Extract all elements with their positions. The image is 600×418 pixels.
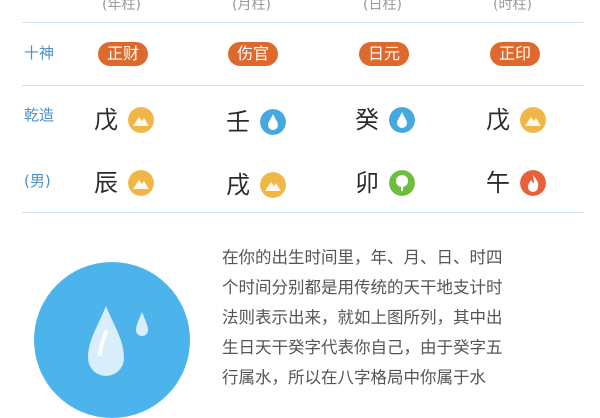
branch-cell-year: 辰 — [94, 168, 154, 198]
shishen-badge-month: 伤官 — [228, 42, 279, 66]
wood-icon — [389, 170, 415, 196]
earth-icon — [128, 107, 154, 133]
branch-cell-hour: 午 — [486, 168, 546, 198]
description-line: 生日天干癸字代表你自己，由于癸字五 — [222, 338, 503, 357]
shishen-badge-day: 日元 — [359, 42, 410, 66]
column-header-month: (月柱) — [232, 0, 271, 13]
column-header-year: (年柱) — [102, 0, 141, 13]
stem-char: 戊 — [94, 106, 118, 134]
shishen-badge-hour: 正印 — [490, 42, 541, 66]
earth-icon — [128, 170, 154, 196]
earth-icon — [260, 172, 286, 198]
divider-middle — [22, 85, 584, 86]
description-line: 行属水，所以在八字格局中你属于水 — [222, 368, 486, 387]
description-line: 在你的出生时间里，年、月、日、时四 — [222, 248, 503, 267]
stem-cell-month: 壬 — [226, 107, 286, 137]
column-header-day: (日柱) — [363, 0, 402, 13]
water-icon — [260, 109, 286, 135]
divider-top — [22, 22, 584, 23]
gender-label: 乾造 — [24, 106, 55, 124]
column-headers: (年柱) (月柱) (日柱) (时柱) — [0, 0, 600, 13]
stem-char: 癸 — [355, 106, 379, 134]
earth-icon — [520, 107, 546, 133]
branch-char: 戌 — [226, 171, 250, 199]
branch-char: 午 — [486, 169, 510, 197]
stem-cell-hour: 戊 — [486, 105, 546, 135]
fire-icon — [520, 170, 546, 196]
description-line: 个时间分别都是用传统的天干地支计时 — [222, 278, 503, 297]
water-icon — [389, 107, 415, 133]
branch-cell-month: 戌 — [226, 170, 286, 200]
description-line: 法则表示出来，就如上图所列，其中出 — [222, 308, 503, 327]
branch-cell-day: 卯 — [355, 168, 415, 198]
stem-char: 壬 — [226, 108, 250, 136]
stem-char: 戊 — [486, 106, 510, 134]
branch-char: 辰 — [94, 169, 118, 197]
stem-cell-year: 戊 — [94, 105, 154, 135]
column-header-hour: (时柱) — [493, 0, 532, 13]
gender-sub-label: (男) — [24, 172, 51, 190]
branch-char: 卯 — [355, 169, 379, 197]
shishen-label: 十神 — [24, 44, 55, 62]
stem-cell-day: 癸 — [355, 105, 415, 135]
divider-bottom — [22, 212, 584, 213]
shishen-badge-year: 正财 — [98, 42, 149, 66]
description-text: 在你的出生时间里，年、月、日、时四 个时间分别都是用传统的天干地支计时 法则表示… — [222, 243, 582, 393]
water-drop-icon — [34, 262, 190, 418]
